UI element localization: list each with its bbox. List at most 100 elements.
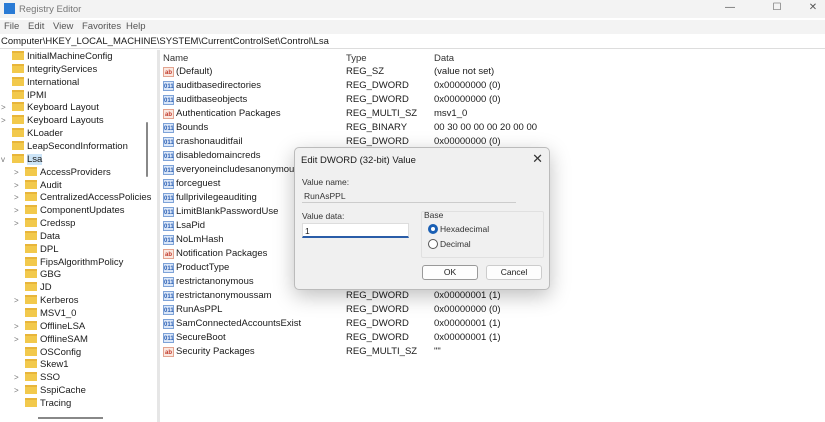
expand-chevron-icon[interactable]: > [14, 294, 19, 307]
tree-item[interactable]: v Lsa [1, 153, 43, 166]
tree-item[interactable]: > OfflineLSA [14, 320, 85, 333]
tree-item[interactable]: LeapSecondInformation [12, 140, 128, 153]
binary-value-icon: 011 [163, 305, 174, 315]
value-data-label: Value data: [302, 211, 345, 221]
tree-item-label: KLoader [27, 128, 63, 140]
expand-chevron-icon[interactable]: > [14, 384, 19, 397]
key-tree[interactable]: InitialMachineConfig IntegrityServices Int… [0, 50, 157, 422]
decimal-radio[interactable] [428, 239, 438, 249]
value-row[interactable]: 011 SamConnectedAccountsExist REG_DWORD 0x0… [163, 317, 763, 331]
tree-item[interactable]: InitialMachineConfig [12, 50, 113, 63]
binary-value-icon: 011 [163, 81, 174, 91]
tree-item[interactable]: Skew1 [25, 358, 69, 371]
binary-value-icon: 011 [163, 207, 174, 217]
value-data: 0x00000000 (0) [434, 94, 501, 105]
menu-view[interactable]: View [53, 21, 73, 32]
binary-value-icon: 011 [163, 235, 174, 245]
tree-item[interactable]: Data [25, 230, 60, 243]
value-row[interactable]: 011 auditbasedirectories REG_DWORD 0x000000… [163, 79, 763, 93]
tree-item[interactable]: FipsAlgorithmPolicy [25, 256, 123, 269]
tree-item-label: IntegrityServices [27, 63, 98, 75]
value-row[interactable]: 011 restrictanonymoussam REG_DWORD 0x000000… [163, 289, 763, 303]
menu-edit[interactable]: Edit [28, 21, 44, 32]
expand-chevron-icon[interactable]: > [14, 333, 19, 346]
tree-item[interactable]: MSV1_0 [25, 307, 76, 320]
tree-item[interactable]: > SspiCache [14, 384, 86, 397]
expand-chevron-icon[interactable]: > [14, 320, 19, 333]
tree-item[interactable]: > ComponentUpdates [14, 204, 125, 217]
folder-icon [12, 89, 24, 99]
decimal-label[interactable]: Decimal [440, 239, 471, 249]
value-name: ProductType [176, 262, 230, 273]
value-row[interactable]: ab (Default) REG_SZ (value not set) [163, 65, 763, 79]
folder-icon [12, 140, 24, 150]
tree-item[interactable]: > Kerberos [14, 294, 79, 307]
expand-chevron-icon[interactable]: > [14, 204, 19, 217]
menu-file[interactable]: File [4, 21, 19, 32]
value-row[interactable]: ab Authentication Packages REG_MULTI_SZ msv… [163, 107, 763, 121]
tree-item[interactable]: GBG [25, 268, 61, 281]
dialog-title: Edit DWORD (32-bit) Value [301, 155, 416, 166]
value-row[interactable]: ab Security Packages REG_MULTI_SZ "" [163, 345, 763, 359]
folder-icon [12, 102, 24, 112]
address-bar[interactable]: Computer\HKEY_LOCAL_MACHINE\SYSTEM\Curre… [0, 35, 825, 49]
tree-horizontal-scrollbar[interactable] [38, 417, 103, 419]
folder-icon [25, 346, 37, 356]
cancel-button[interactable]: Cancel [486, 265, 542, 280]
value-name: RunAsPPL [176, 304, 223, 315]
folder-icon [25, 282, 37, 292]
tree-item-label: Audit [40, 179, 62, 191]
value-name: forceguest [176, 178, 221, 189]
tree-item[interactable]: Tracing [25, 397, 71, 410]
tree-item-label: ComponentUpdates [40, 205, 125, 217]
expand-chevron-icon[interactable]: > [14, 191, 19, 204]
tree-item[interactable]: > Audit [14, 179, 62, 192]
tree-item[interactable]: > CentralizedAccessPolicies [14, 191, 152, 204]
value-row[interactable]: 011 auditbaseobjects REG_DWORD 0x00000000 (… [163, 93, 763, 107]
tree-item[interactable]: > Keyboard Layouts [1, 114, 104, 127]
column-header-name[interactable]: Name [163, 53, 188, 64]
value-row[interactable]: 011 SecureBoot REG_DWORD 0x00000001 (1) [163, 331, 763, 345]
expand-chevron-icon[interactable]: v [1, 153, 5, 166]
close-window-button[interactable]: ✕ [798, 2, 825, 16]
tree-item[interactable]: > Credssp [14, 217, 75, 230]
hexadecimal-radio[interactable] [428, 224, 438, 234]
dialog-close-button[interactable]: ✕ [532, 151, 543, 167]
value-type: REG_BINARY [346, 122, 408, 133]
tree-item[interactable]: JD [25, 281, 52, 294]
expand-chevron-icon[interactable]: > [14, 371, 19, 384]
menu-help[interactable]: Help [126, 21, 146, 32]
tree-item-label: CentralizedAccessPolicies [40, 192, 152, 204]
maximize-button[interactable]: ☐ [762, 2, 792, 16]
tree-item[interactable]: IPMI [12, 89, 47, 102]
column-header-type[interactable]: Type [346, 53, 367, 64]
minimize-button[interactable]: — [715, 2, 745, 16]
expand-chevron-icon[interactable]: > [14, 166, 19, 179]
tree-item[interactable]: > SSO [14, 371, 60, 384]
value-data-input[interactable]: 1 [302, 223, 409, 238]
tree-item[interactable]: International [12, 76, 79, 89]
expand-chevron-icon[interactable]: > [1, 101, 6, 114]
value-row[interactable]: 011 Bounds REG_BINARY 00 30 00 00 00 20 00 … [163, 121, 763, 135]
column-header-data[interactable]: Data [434, 53, 454, 64]
menu-favorites[interactable]: Favorites [82, 21, 121, 32]
hexadecimal-label[interactable]: Hexadecimal [440, 224, 489, 234]
value-row[interactable]: 011 RunAsPPL REG_DWORD 0x00000000 (0) [163, 303, 763, 317]
tree-item[interactable]: IntegrityServices [12, 63, 97, 76]
expand-chevron-icon[interactable]: > [14, 179, 19, 192]
binary-value-icon: 011 [163, 165, 174, 175]
ok-button[interactable]: OK [422, 265, 478, 280]
value-name: auditbasedirectories [176, 80, 262, 91]
tree-item-label: InitialMachineConfig [27, 51, 113, 62]
tree-item[interactable]: > OfflineSAM [14, 333, 88, 346]
expand-chevron-icon[interactable]: > [1, 114, 6, 127]
expand-chevron-icon[interactable]: > [14, 217, 19, 230]
tree-item[interactable]: > Keyboard Layout [1, 101, 99, 114]
tree-item[interactable]: > AccessProviders [14, 166, 111, 179]
tree-vertical-scrollbar[interactable] [146, 122, 148, 177]
binary-value-icon: 011 [163, 95, 174, 105]
tree-item[interactable]: KLoader [12, 127, 63, 140]
folder-icon [25, 333, 37, 343]
tree-item[interactable]: OSConfig [25, 346, 81, 359]
tree-item[interactable]: DPL [25, 243, 58, 256]
